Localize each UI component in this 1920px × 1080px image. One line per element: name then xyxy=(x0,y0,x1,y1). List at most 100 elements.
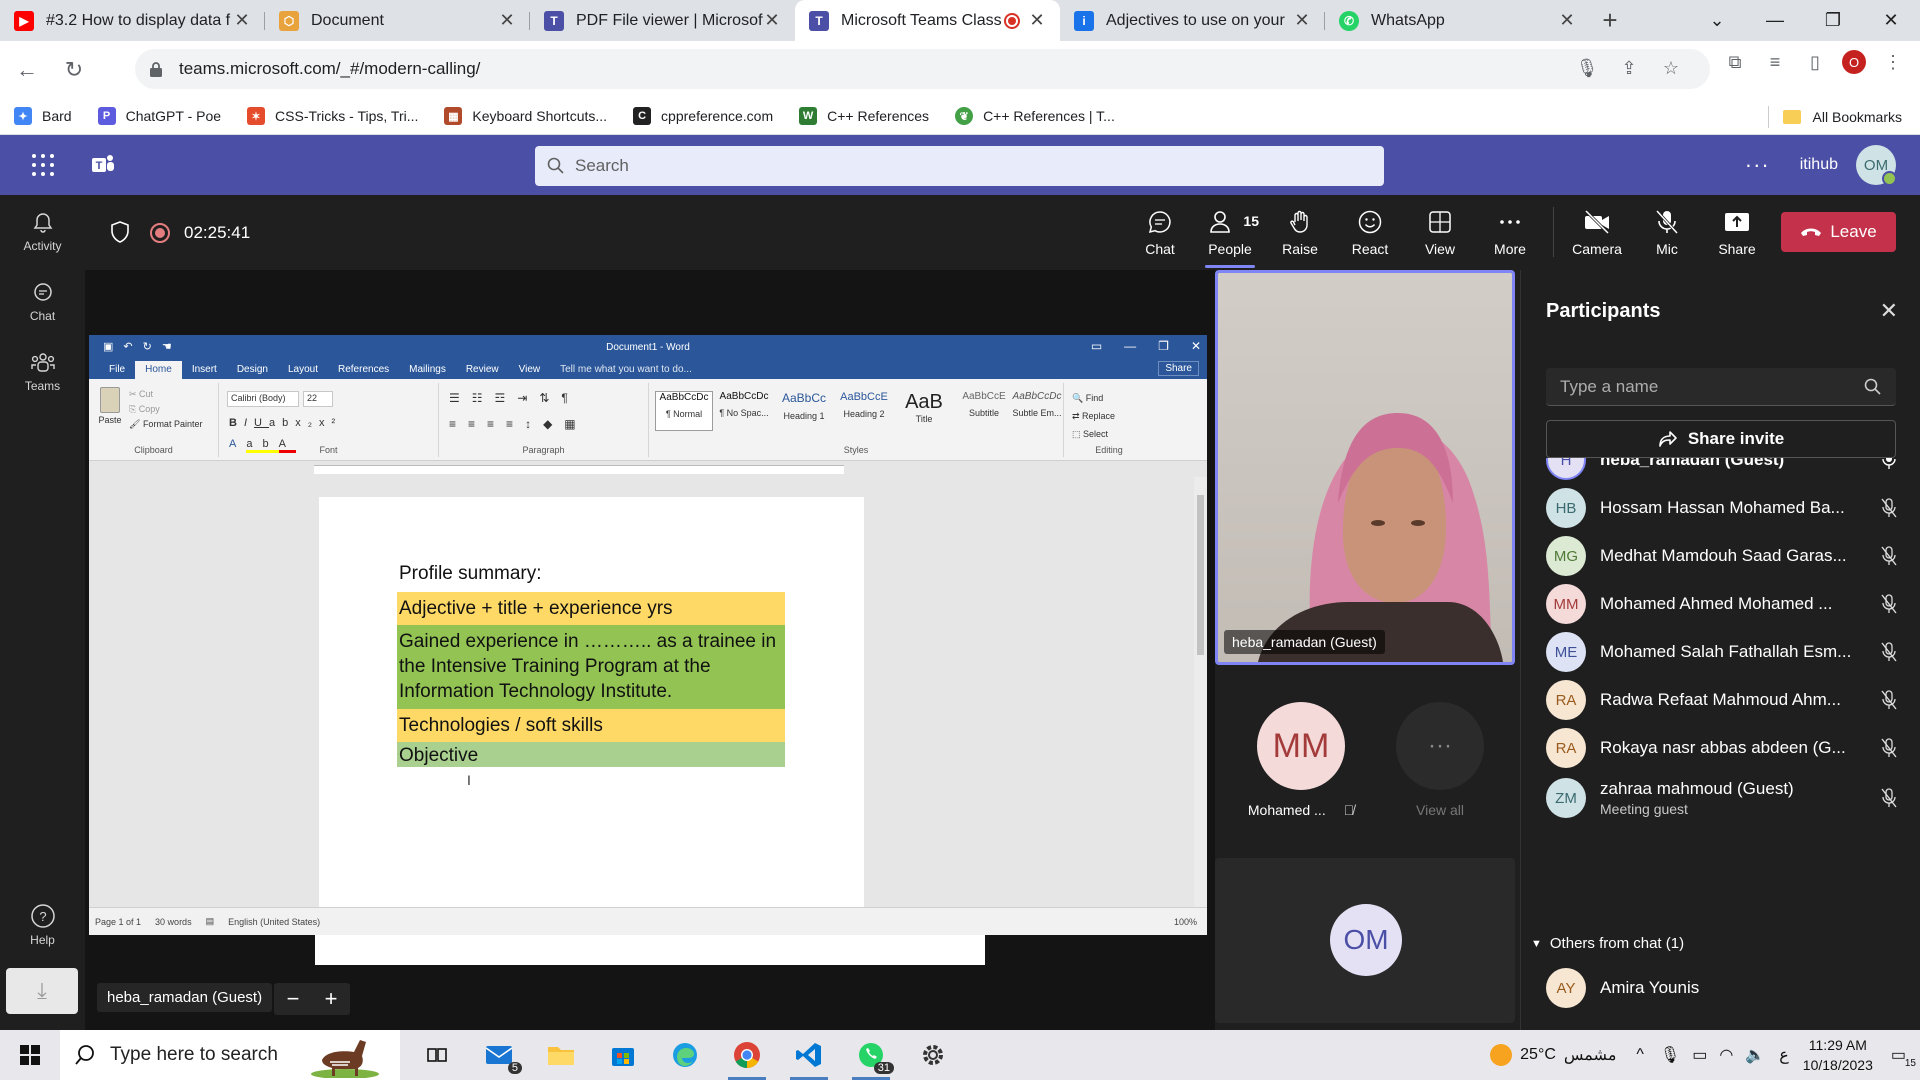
share-invite-button[interactable]: Share invite xyxy=(1546,420,1896,458)
share-icon[interactable]: ⇪ xyxy=(1618,57,1640,79)
style-normal[interactable]: AaBbCcDc ¶ Normal xyxy=(655,391,713,431)
participant-row[interactable]: RA Rokaya nasr abbas abdeen (G... xyxy=(1546,724,1901,772)
app-launcher-icon[interactable] xyxy=(32,154,54,176)
input-language[interactable]: ع xyxy=(1779,1045,1789,1065)
whatsapp-app-icon[interactable]: 31 xyxy=(840,1030,902,1080)
maximize-button[interactable]: ❐ xyxy=(1804,0,1862,41)
view-button[interactable]: View xyxy=(1405,195,1475,270)
mic-button[interactable]: Mic xyxy=(1632,195,1702,270)
rail-item-teams[interactable]: Teams xyxy=(0,337,85,407)
browser-tab-active[interactable]: T Microsoft Teams Class ✕ xyxy=(795,0,1060,41)
tell-me-box[interactable]: Tell me what you want to do... xyxy=(550,361,702,379)
rail-item-activity[interactable]: Activity xyxy=(0,197,85,267)
style-subtle-emphasis[interactable]: AaBbCcDc Subtle Em... xyxy=(1009,391,1065,431)
browser-tab[interactable]: ▶ #3.2 How to display data f ✕ xyxy=(0,0,265,41)
bullets-icon[interactable]: ☰ xyxy=(449,391,472,405)
bookmark-cppreference[interactable]: Ccppreference.com xyxy=(633,107,773,125)
tab-mailings[interactable]: Mailings xyxy=(399,361,456,379)
zoom-out-button[interactable]: − xyxy=(274,983,312,1015)
find-button[interactable]: 🔍 Find xyxy=(1072,389,1115,407)
volume-icon[interactable]: 🔈 xyxy=(1745,1045,1765,1065)
word-count[interactable]: 30 words xyxy=(155,917,192,927)
leave-button[interactable]: Leave xyxy=(1781,212,1896,252)
proofing-icon[interactable]: ▤ xyxy=(206,916,215,927)
mail-app-icon[interactable]: 5 xyxy=(468,1030,530,1080)
tab-home[interactable]: Home xyxy=(135,361,182,379)
browser-tab[interactable]: T PDF File viewer | Microsoft ✕ xyxy=(530,0,795,41)
bold-icon[interactable]: B xyxy=(229,417,244,429)
participant-row[interactable]: RA Radwa Refaat Mahmoud Ahm... xyxy=(1546,676,1901,724)
chrome-icon[interactable] xyxy=(716,1030,778,1080)
word-share-button[interactable]: Share xyxy=(1158,361,1199,376)
media-icon[interactable]: ≡ xyxy=(1762,49,1788,75)
tab-design[interactable]: Design xyxy=(227,361,278,379)
bookmark-bard[interactable]: ✦ Bard xyxy=(14,107,72,125)
bookmark-cpp-references-t[interactable]: ❦ C++ References | T... xyxy=(955,107,1115,125)
all-bookmarks[interactable]: All Bookmarks xyxy=(1767,106,1902,128)
participant-search-input[interactable]: Type a name xyxy=(1546,368,1896,406)
style-heading-1[interactable]: AaBbCc Heading 1 xyxy=(775,391,833,431)
wifi-icon[interactable]: ◠ xyxy=(1719,1045,1733,1065)
close-tab-icon[interactable]: ✕ xyxy=(1293,10,1311,31)
microphone-icon[interactable]: 🎙 xyxy=(1576,57,1599,79)
download-icon[interactable]: ⤓ xyxy=(6,968,78,1014)
shading-icon[interactable]: ◆ xyxy=(543,417,564,431)
bookmark-css-tricks[interactable]: ✶ CSS-Tricks - Tips, Tri... xyxy=(247,107,418,125)
close-tab-icon[interactable]: ✕ xyxy=(1028,10,1046,31)
close-tab-icon[interactable]: ✕ xyxy=(763,10,781,31)
participant-row[interactable]: AY Amira Younis xyxy=(1546,964,1901,1012)
style-no-spacing[interactable]: AaBbCcDc ¶ No Spac... xyxy=(715,391,773,431)
weather-temperature[interactable]: 25°C xyxy=(1520,1046,1556,1064)
underline-icon[interactable]: U xyxy=(254,417,269,429)
chevron-up-icon[interactable]: ^ xyxy=(1636,1046,1644,1064)
bookmark-cpp-references[interactable]: W C++ References xyxy=(799,107,929,125)
document-page[interactable]: Profile summary: Adjective + title + exp… xyxy=(319,497,864,917)
rail-item-help[interactable]: ? Help xyxy=(0,890,85,960)
notifications-icon[interactable]: ▭ 15 xyxy=(1891,1045,1916,1069)
camera-button[interactable]: Camera xyxy=(1562,195,1632,270)
participant-row[interactable]: MM Mohamed Ahmed Mohamed ... xyxy=(1546,580,1901,628)
indent-icon[interactable]: ⇥ xyxy=(517,391,539,405)
edge-icon[interactable] xyxy=(654,1030,716,1080)
extensions-icon[interactable]: ⧉ xyxy=(1722,49,1748,75)
others-from-chat-header[interactable]: ▼ Others from chat (1) xyxy=(1531,935,1684,952)
browser-tab[interactable]: ✆ WhatsApp ✕ xyxy=(1325,0,1590,41)
style-heading-2[interactable]: AaBbCcE Heading 2 xyxy=(835,391,893,431)
menu-icon[interactable]: ⋮ xyxy=(1880,49,1906,75)
close-icon[interactable]: ✕ xyxy=(1191,339,1201,353)
reload-button[interactable]: ↻ xyxy=(54,50,94,90)
teams-search-input[interactable]: Search xyxy=(535,146,1384,186)
minimize-button[interactable]: — xyxy=(1746,0,1804,41)
close-window-button[interactable]: ✕ xyxy=(1862,0,1920,41)
zoom-level[interactable]: 100% xyxy=(1174,917,1197,927)
view-all-tile[interactable]: ··· View all xyxy=(1370,702,1510,818)
italic-icon[interactable]: I xyxy=(244,417,254,429)
profile-avatar[interactable]: O xyxy=(1842,50,1866,74)
rail-item-chat[interactable]: Chat xyxy=(0,267,85,337)
paste-button[interactable]: Paste xyxy=(95,387,125,425)
superscript-icon[interactable]: x² xyxy=(319,417,342,429)
bookmark-poe[interactable]: P ChatGPT - Poe xyxy=(97,107,221,125)
line-spacing-icon[interactable]: ↕ xyxy=(525,417,543,431)
weather-icon[interactable] xyxy=(1490,1044,1513,1066)
raise-hand-button[interactable]: Raise xyxy=(1265,195,1335,270)
align-right-icon[interactable]: ≡ xyxy=(487,417,506,431)
react-button[interactable]: React xyxy=(1335,195,1405,270)
org-name[interactable]: itihub xyxy=(1800,156,1838,174)
language-status[interactable]: English (United States) xyxy=(228,917,320,927)
vertical-scrollbar[interactable] xyxy=(1194,477,1207,907)
taskbar-search-input[interactable]: Type here to search xyxy=(60,1030,400,1080)
browser-tab[interactable]: i Adjectives to use on your ✕ xyxy=(1060,0,1325,41)
more-options-icon[interactable]: ··· xyxy=(1745,152,1770,178)
align-left-icon[interactable]: ≡ xyxy=(449,417,468,431)
page-count[interactable]: Page 1 of 1 xyxy=(95,917,141,927)
more-button[interactable]: More xyxy=(1475,195,1545,270)
participant-row[interactable]: MG Medhat Mamdouh Saad Garas... xyxy=(1546,532,1901,580)
participant-row[interactable]: ME Mohamed Salah Fathallah Esm... xyxy=(1546,628,1901,676)
justify-icon[interactable]: ≡ xyxy=(506,417,525,431)
system-clock[interactable]: 11:29 AM 10/18/2023 xyxy=(1803,1035,1873,1075)
settings-gear-icon[interactable] xyxy=(902,1030,964,1080)
store-icon[interactable] xyxy=(592,1030,654,1080)
task-view-icon[interactable] xyxy=(406,1030,468,1080)
self-video-tile[interactable]: OM xyxy=(1215,858,1515,1023)
